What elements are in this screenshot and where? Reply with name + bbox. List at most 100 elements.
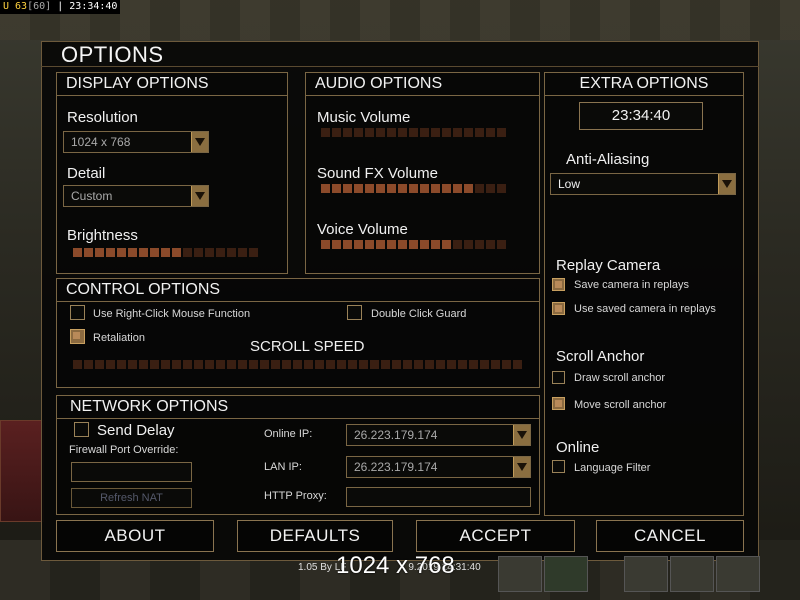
slider-segment[interactable] xyxy=(293,360,302,369)
anti-aliasing-dropdown[interactable]: Low xyxy=(550,173,736,195)
slider-segment[interactable] xyxy=(447,360,456,369)
save-camera-checkbox[interactable] xyxy=(552,278,565,291)
slider-segment[interactable] xyxy=(227,248,236,257)
slider-segment[interactable] xyxy=(359,360,368,369)
slider-segment[interactable] xyxy=(205,360,214,369)
slider-segment[interactable] xyxy=(150,248,159,257)
slider-segment[interactable] xyxy=(480,360,489,369)
slider-segment[interactable] xyxy=(260,360,269,369)
slider-segment[interactable] xyxy=(370,360,379,369)
retaliation-checkbox[interactable] xyxy=(70,329,85,344)
slider-segment[interactable] xyxy=(249,360,258,369)
slider-segment[interactable] xyxy=(365,240,374,249)
slider-segment[interactable] xyxy=(502,360,511,369)
slider-segment[interactable] xyxy=(216,248,225,257)
slider-segment[interactable] xyxy=(453,128,462,137)
slider-segment[interactable] xyxy=(128,248,137,257)
chevron-down-icon[interactable] xyxy=(513,425,530,445)
slider-segment[interactable] xyxy=(343,128,352,137)
slider-segment[interactable] xyxy=(381,360,390,369)
slider-segment[interactable] xyxy=(420,184,429,193)
slider-segment[interactable] xyxy=(464,184,473,193)
chevron-down-icon[interactable] xyxy=(718,174,735,194)
slider-segment[interactable] xyxy=(84,248,93,257)
voice-volume-slider[interactable] xyxy=(321,240,506,249)
slider-segment[interactable] xyxy=(387,240,396,249)
slider-segment[interactable] xyxy=(249,248,258,257)
slider-segment[interactable] xyxy=(238,248,247,257)
slider-segment[interactable] xyxy=(409,240,418,249)
chevron-down-icon[interactable] xyxy=(191,186,208,206)
slider-segment[interactable] xyxy=(84,360,93,369)
slider-segment[interactable] xyxy=(497,240,506,249)
slider-segment[interactable] xyxy=(414,360,423,369)
slider-segment[interactable] xyxy=(486,184,495,193)
online-ip-dropdown[interactable]: 26.223.179.174 xyxy=(346,424,531,446)
slider-segment[interactable] xyxy=(486,240,495,249)
slider-segment[interactable] xyxy=(469,360,478,369)
slider-segment[interactable] xyxy=(365,184,374,193)
slider-segment[interactable] xyxy=(398,128,407,137)
slider-segment[interactable] xyxy=(453,184,462,193)
slider-segment[interactable] xyxy=(442,240,451,249)
slider-segment[interactable] xyxy=(282,360,291,369)
slider-segment[interactable] xyxy=(354,240,363,249)
slider-segment[interactable] xyxy=(354,128,363,137)
slider-segment[interactable] xyxy=(475,240,484,249)
slider-segment[interactable] xyxy=(387,184,396,193)
double-click-guard-checkbox[interactable] xyxy=(347,305,362,320)
slider-segment[interactable] xyxy=(337,360,346,369)
slider-segment[interactable] xyxy=(475,128,484,137)
slider-segment[interactable] xyxy=(431,128,440,137)
chevron-down-icon[interactable] xyxy=(513,457,530,477)
slider-segment[interactable] xyxy=(271,360,280,369)
slider-segment[interactable] xyxy=(332,240,341,249)
slider-segment[interactable] xyxy=(304,360,313,369)
send-delay-checkbox[interactable] xyxy=(74,422,89,437)
slider-segment[interactable] xyxy=(205,248,214,257)
slider-segment[interactable] xyxy=(321,240,330,249)
detail-dropdown[interactable]: Custom xyxy=(63,185,209,207)
slider-segment[interactable] xyxy=(332,128,341,137)
accept-button[interactable]: ACCEPT xyxy=(416,520,575,552)
lan-ip-dropdown[interactable]: 26.223.179.174 xyxy=(346,456,531,478)
slider-segment[interactable] xyxy=(216,360,225,369)
slider-segment[interactable] xyxy=(332,184,341,193)
slider-segment[interactable] xyxy=(183,360,192,369)
slider-segment[interactable] xyxy=(425,360,434,369)
slider-segment[interactable] xyxy=(227,360,236,369)
slider-segment[interactable] xyxy=(343,184,352,193)
slider-segment[interactable] xyxy=(431,240,440,249)
slider-segment[interactable] xyxy=(315,360,324,369)
slider-segment[interactable] xyxy=(409,128,418,137)
slider-segment[interactable] xyxy=(464,240,473,249)
slider-segment[interactable] xyxy=(442,184,451,193)
draw-scroll-anchor-checkbox[interactable] xyxy=(552,371,565,384)
slider-segment[interactable] xyxy=(73,248,82,257)
slider-segment[interactable] xyxy=(326,360,335,369)
defaults-button[interactable]: DEFAULTS xyxy=(237,520,393,552)
slider-segment[interactable] xyxy=(431,184,440,193)
slider-segment[interactable] xyxy=(95,360,104,369)
slider-segment[interactable] xyxy=(150,360,159,369)
slider-segment[interactable] xyxy=(117,248,126,257)
slider-segment[interactable] xyxy=(348,360,357,369)
brightness-slider[interactable] xyxy=(73,248,258,257)
slider-segment[interactable] xyxy=(398,184,407,193)
slider-segment[interactable] xyxy=(194,248,203,257)
slider-segment[interactable] xyxy=(398,240,407,249)
slider-segment[interactable] xyxy=(161,360,170,369)
slider-segment[interactable] xyxy=(497,128,506,137)
slider-segment[interactable] xyxy=(392,360,401,369)
slider-segment[interactable] xyxy=(376,128,385,137)
slider-segment[interactable] xyxy=(321,128,330,137)
slider-segment[interactable] xyxy=(321,184,330,193)
slider-segment[interactable] xyxy=(139,248,148,257)
slider-segment[interactable] xyxy=(172,248,181,257)
refresh-nat-button[interactable]: Refresh NAT xyxy=(71,488,192,508)
slider-segment[interactable] xyxy=(475,184,484,193)
use-saved-camera-checkbox[interactable] xyxy=(552,302,565,315)
slider-segment[interactable] xyxy=(238,360,247,369)
music-volume-slider[interactable] xyxy=(321,128,506,137)
slider-segment[interactable] xyxy=(420,128,429,137)
